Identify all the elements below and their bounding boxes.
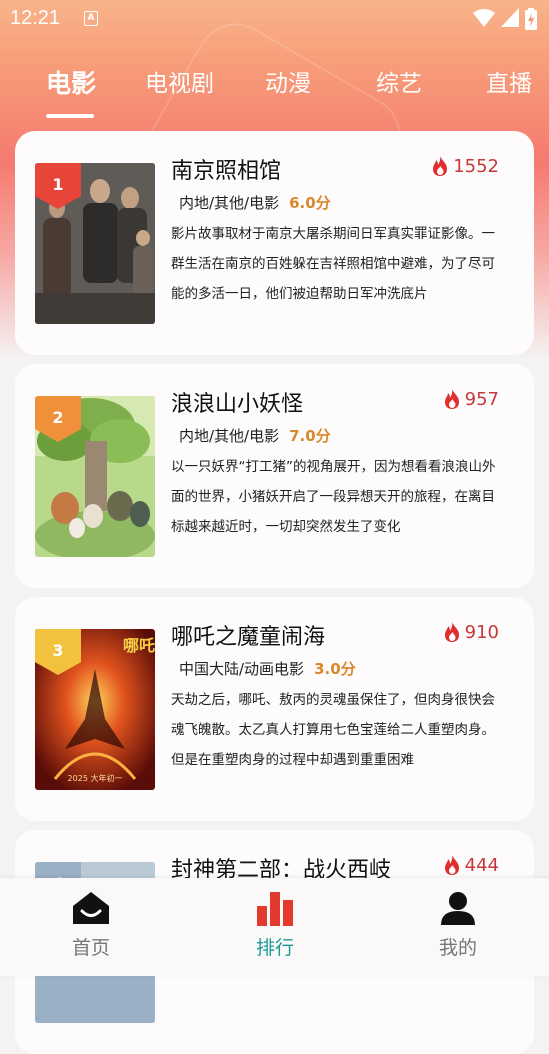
tab-live[interactable]: 直播 — [486, 64, 532, 98]
active-tab-indicator — [46, 114, 94, 118]
movie-description: 天劫之后，哪吒、敖丙的灵魂虽保住了，但肉身很快会魂飞魄散。太乙真人打算用七色宝莲… — [171, 692, 495, 768]
home-icon — [73, 892, 109, 924]
movie-poster: 1 — [35, 163, 155, 324]
nav-home-label: 首页 — [71, 937, 110, 959]
movie-description: 影片故事取材于南京大屠杀期间日军真实罪证影像。一群生活在南京的百姓躲在吉祥照相馆… — [171, 226, 495, 302]
movie-card[interactable]: 1 南京照相馆 1552 内地/其他/电影 6.0分 影片故事取材于南京大屠杀期间… — [15, 131, 534, 355]
wifi-icon — [473, 9, 495, 27]
movie-title: 浪浪山小妖怪 — [171, 392, 304, 417]
movie-meta: 内地/其他/电影 6.0分 — [179, 192, 331, 213]
heat-value: 957 — [464, 388, 499, 410]
movie-meta: 内地/其他/电影 7.0分 — [179, 425, 331, 446]
nav-rank[interactable]: 排行 — [225, 890, 325, 960]
heat-count: 444 — [442, 854, 499, 876]
movie-meta: 中国大陆/动画电影 3.0分 — [179, 658, 356, 679]
movie-title: 南京照相馆 — [171, 159, 282, 184]
movie-poster: 2025 大年初一 哪吒 3 — [35, 629, 155, 790]
bottom-navigation: 首页 排行 我的 — [0, 878, 549, 976]
bar-chart-icon — [257, 892, 293, 926]
nav-rank-label: 排行 — [255, 937, 294, 959]
svg-text:2025 大年初一: 2025 大年初一 — [68, 773, 123, 783]
movie-description: 以一只妖界“打工猪”的视角展开，因为想看看浪浪山外面的世界，小猪妖开启了一段异想… — [171, 459, 496, 535]
user-icon — [441, 892, 475, 925]
signal-icon — [501, 8, 519, 27]
tab-variety[interactable]: 综艺 — [376, 64, 422, 98]
svg-text:哪吒: 哪吒 — [123, 636, 155, 655]
nav-home[interactable]: 首页 — [41, 890, 141, 960]
battery-icon — [525, 8, 537, 30]
heat-value: 910 — [464, 621, 499, 643]
movie-card[interactable]: 2025 大年初一 哪吒 3 哪吒之魔童闹海 910 中国大陆/动画电影 3.0分… — [15, 597, 534, 821]
movie-category: 内地/其他/电影 — [179, 194, 280, 212]
movie-poster: 2 — [35, 396, 155, 557]
movie-card[interactable]: 2 浪浪山小妖怪 957 内地/其他/电影 7.0分 以一只妖界“打工猪”的视角展… — [15, 364, 534, 588]
tab-anime[interactable]: 动漫 — [265, 64, 311, 98]
status-time: 12:21 — [10, 7, 61, 29]
movie-category: 中国大陆/动画电影 — [179, 660, 305, 678]
notification-icon: A — [84, 11, 98, 26]
movie-score: 7.0分 — [289, 427, 331, 445]
heat-count: 957 — [442, 388, 499, 410]
movie-title: 哪吒之魔童闹海 — [171, 625, 326, 650]
tab-movie[interactable]: 电影 — [46, 64, 96, 100]
nav-mine-label: 我的 — [438, 937, 477, 959]
movie-category: 内地/其他/电影 — [179, 427, 280, 445]
heat-count: 910 — [442, 621, 499, 643]
heat-value: 444 — [464, 854, 499, 876]
nav-mine[interactable]: 我的 — [408, 890, 508, 960]
status-icons — [473, 8, 537, 30]
fire-icon — [433, 156, 448, 176]
tab-tv[interactable]: 电视剧 — [145, 64, 214, 98]
status-bar: 12:21 A — [0, 0, 549, 38]
heat-value: 1552 — [453, 155, 499, 177]
heat-count: 1552 — [430, 155, 499, 177]
movie-score: 3.0分 — [314, 660, 356, 678]
fire-icon — [444, 622, 459, 642]
fire-icon — [444, 389, 459, 409]
fire-icon — [444, 855, 459, 875]
movie-score: 6.0分 — [289, 194, 331, 212]
